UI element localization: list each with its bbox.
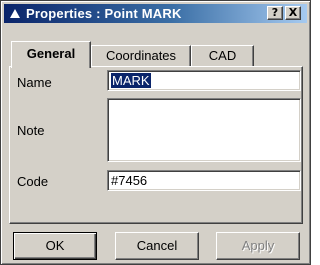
note-label: Note [17,123,45,138]
triangle-app-icon [7,6,23,22]
help-button[interactable]: ? [267,6,283,20]
apply-button[interactable]: Apply [216,232,300,260]
name-field[interactable]: MARK [107,70,301,91]
name-value: MARK [111,73,151,88]
tab-coordinates[interactable]: Coordinates [91,45,191,67]
window-title: Properties : Point MARK [26,6,182,21]
name-label: Name [17,75,52,90]
title-bar[interactable]: Properties : Point MARK ? X [4,4,307,23]
close-button[interactable]: X [285,6,301,20]
note-field[interactable] [107,98,301,162]
ok-button[interactable]: OK [13,232,97,260]
properties-dialog: Properties : Point MARK ? X General Coor… [0,0,311,265]
general-panel: Name MARK Note Code #7456 [9,66,303,224]
code-label: Code [17,174,49,189]
tab-general[interactable]: General [11,41,91,68]
tab-cad[interactable]: CAD [191,45,254,67]
cancel-button[interactable]: Cancel [115,232,199,260]
code-field[interactable]: #7456 [107,170,301,191]
